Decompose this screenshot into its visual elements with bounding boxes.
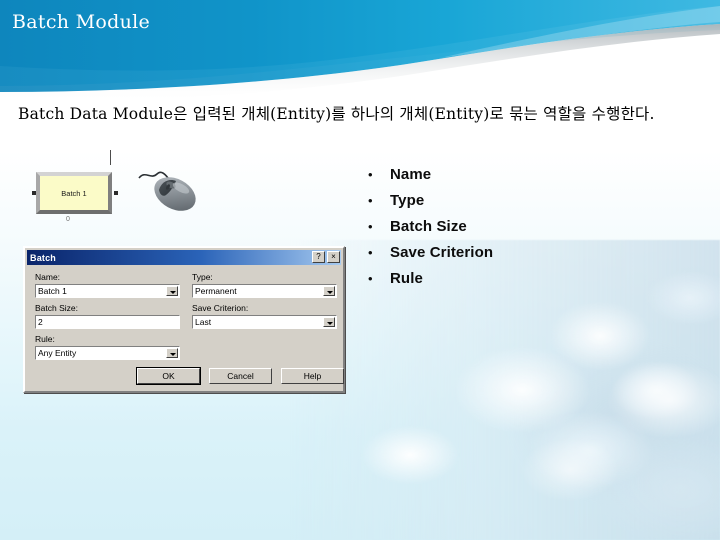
name-value: Batch 1 [38, 286, 67, 296]
close-icon[interactable]: × [327, 251, 340, 263]
header-banner: Batch Module [0, 0, 720, 120]
bullet-marker-icon: • [368, 193, 373, 208]
cancel-button[interactable]: Cancel [209, 368, 272, 384]
field-rule: Rule: Any Entity [35, 334, 180, 360]
batch-module-box[interactable]: Batch 1 [36, 172, 112, 214]
field-batch-size: Batch Size: 2 [35, 303, 180, 329]
feature-bullet-list: • Name • Type • Batch Size • Save Criter… [368, 162, 668, 292]
list-item: • Rule [368, 266, 668, 292]
label-type: Type: [192, 272, 213, 282]
save-criterion-value: Last [195, 317, 212, 327]
label-name: Name: [35, 272, 61, 282]
name-combobox[interactable]: Batch 1 [35, 284, 180, 298]
bullet-label-name: Name [390, 166, 432, 183]
label-save-criterion: Save Criterion: [192, 303, 249, 313]
computer-mouse-icon [135, 160, 205, 222]
bullet-marker-icon: • [368, 271, 373, 286]
chevron-down-icon[interactable] [323, 286, 335, 296]
label-rule: Rule: [35, 334, 55, 344]
list-item: • Batch Size [368, 214, 668, 240]
connector-line [110, 150, 111, 165]
bullet-marker-icon: • [368, 219, 373, 234]
module-diagram: Batch 1 0 [30, 150, 220, 235]
dialog-title: Batch [30, 252, 57, 263]
page-title: Batch Module [12, 11, 151, 33]
bullet-label-type: Type [390, 192, 425, 209]
dialog-button-row: OK Cancel Help [136, 367, 344, 385]
batch-size-input[interactable]: 2 [35, 315, 180, 329]
output-port-icon [114, 191, 118, 195]
field-save-criterion: Save Criterion: Last [192, 303, 337, 329]
batch-dialog: Batch ? × Name: Batch 1 Type: Permanent … [23, 246, 345, 393]
rule-value: Any Entity [38, 348, 77, 358]
field-type: Type: Permanent [192, 272, 337, 298]
help-button[interactable]: Help [281, 368, 344, 384]
bullet-label-rule: Rule [390, 270, 423, 287]
field-name: Name: Batch 1 [35, 272, 180, 298]
help-icon[interactable]: ? [312, 251, 325, 263]
body-paragraph: Batch Data Module은 입력된 개체(Entity)를 하나의 개… [18, 105, 655, 123]
module-box-caption: 0 [66, 216, 70, 223]
label-batch-size: Batch Size: [35, 303, 78, 313]
rule-combobox[interactable]: Any Entity [35, 346, 180, 360]
chevron-down-icon[interactable] [166, 286, 178, 296]
list-item: • Type [368, 188, 668, 214]
type-combobox[interactable]: Permanent [192, 284, 337, 298]
save-criterion-combobox[interactable]: Last [192, 315, 337, 329]
chevron-down-icon[interactable] [166, 348, 178, 358]
bullet-label-save-criterion: Save Criterion [390, 244, 494, 261]
slide-canvas: Batch Module Batch Data Module은 입력된 개체(E… [0, 0, 720, 540]
module-box-label: Batch 1 [61, 188, 87, 198]
bullet-marker-icon: • [368, 167, 373, 182]
bullet-label-batch-size: Batch Size [390, 218, 467, 235]
type-value: Permanent [195, 286, 237, 296]
bullet-marker-icon: • [368, 245, 373, 260]
titlebar-buttons: ? × [312, 251, 340, 263]
list-item: • Save Criterion [368, 240, 668, 266]
chevron-down-icon[interactable] [323, 317, 335, 327]
dialog-titlebar[interactable]: Batch ? × [27, 250, 341, 265]
cloud-highlight [420, 340, 720, 540]
list-item: • Name [368, 162, 668, 188]
ok-button[interactable]: OK [136, 367, 201, 385]
batch-size-value: 2 [38, 317, 43, 327]
